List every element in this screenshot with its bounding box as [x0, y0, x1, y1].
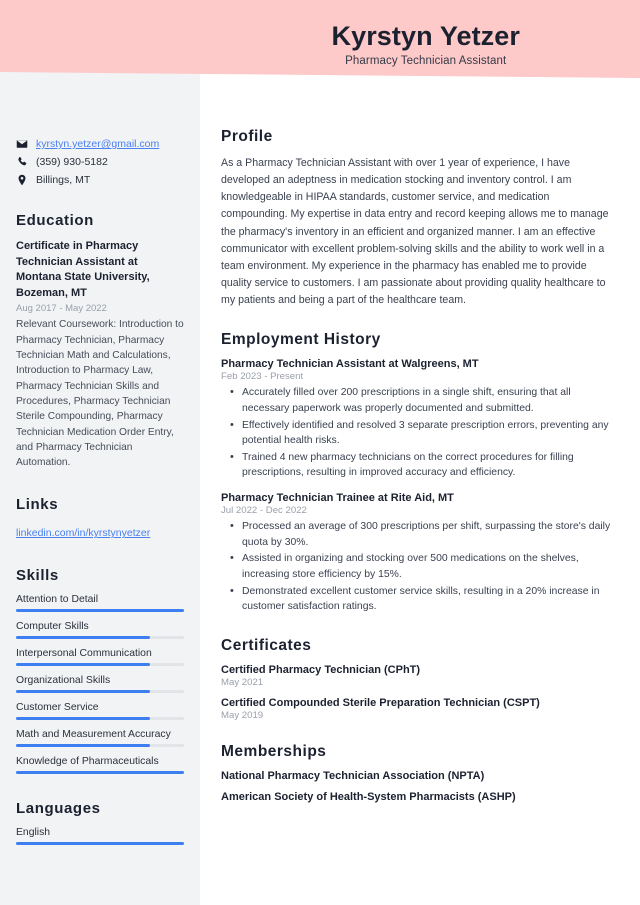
certificate-date: May 2021 [221, 676, 264, 688]
main-column: Profile As a Pharmacy Technician Assista… [200, 0, 640, 905]
skill-bar-fill [16, 690, 151, 694]
page-title: Kyrstyn Yetzer [331, 21, 520, 51]
contact-location-row: Billings, MT [16, 174, 184, 186]
skill-item: Knowledge of Pharmaceuticals [16, 756, 184, 775]
skill-label: Attention to Detail [16, 594, 99, 606]
membership-item: National Pharmacy Technician Association… [221, 769, 485, 782]
employment-heading: Employment History [221, 331, 381, 349]
job-bullet: Accurately filled over 200 prescriptions… [221, 384, 612, 416]
certificate-entry: Certified Compounded Sterile Preparation… [221, 697, 612, 721]
job-bullet: Effectively identified and resolved 3 se… [221, 417, 612, 449]
contact-location-text: Billings, MT [36, 174, 91, 186]
skill-bar [16, 690, 184, 694]
skills-section: Skills Attention to Detail Computer Skill… [16, 567, 184, 775]
languages-list: English [16, 827, 184, 846]
links-heading: Links [16, 496, 59, 514]
links-section: Links linkedin.com/in/kyrstynyetzer [16, 496, 184, 541]
skill-bar-fill [16, 609, 184, 613]
job-title: Pharmacy Technician Assistant at Walgree… [221, 358, 479, 371]
certificates-section: Certificates Certified Pharmacy Technici… [221, 637, 612, 721]
languages-heading: Languages [16, 800, 101, 818]
skill-bar-fill [16, 744, 151, 748]
skill-label: Customer Service [16, 702, 99, 714]
contact-block: kyrstyn.yetzer@gmail.com (359) 930-5182 … [16, 138, 184, 186]
profile-heading: Profile [221, 128, 273, 145]
language-item: English [16, 827, 184, 846]
profile-text: As a Pharmacy Technician Assistant with … [221, 157, 609, 307]
certificate-title: Certified Compounded Sterile Preparation… [221, 696, 540, 709]
job-bullet-list: Accurately filled over 200 prescriptions… [221, 384, 612, 481]
job-entry: Pharmacy Technician Trainee at Rite Aid,… [221, 492, 612, 615]
language-bar [16, 842, 184, 846]
resume-page: Kyrstyn Yetzer Pharmacy Technician Assis… [0, 0, 640, 905]
contact-phone-text: (359) 930-5182 [36, 156, 108, 168]
skill-item: Math and Measurement Accuracy [16, 729, 184, 748]
header-text-block: Kyrstyn Yetzer Pharmacy Technician Assis… [331, 21, 520, 67]
skill-bar [16, 771, 184, 775]
skill-item: Interpersonal Communication [16, 648, 184, 667]
phone-icon [16, 156, 28, 168]
skill-bar-fill [16, 717, 151, 721]
skill-bar-fill [16, 663, 151, 667]
skill-bar [16, 717, 184, 721]
skill-label: Knowledge of Pharmaceuticals [16, 756, 159, 768]
certificate-date: May 2019 [221, 709, 264, 721]
job-entry: Pharmacy Technician Assistant at Walgree… [221, 358, 612, 481]
skill-label: Computer Skills [16, 621, 89, 633]
skills-list: Attention to Detail Computer Skills Interp… [16, 594, 184, 775]
certificates-list: Certified Pharmacy Technician (CPhT) May … [221, 664, 612, 721]
education-description: Relevant Coursework: Introduction to Pha… [16, 319, 184, 469]
skill-item: Customer Service [16, 702, 184, 721]
map-pin-icon [16, 174, 28, 186]
job-bullet: Demonstrated excellent customer service … [221, 582, 612, 615]
certificates-heading: Certificates [221, 636, 312, 654]
contact-phone-row: (359) 930-5182 [16, 156, 184, 168]
skill-bar [16, 636, 184, 640]
skill-label: Interpersonal Communication [16, 648, 152, 660]
skills-heading: Skills [16, 567, 59, 585]
skill-bar [16, 663, 184, 667]
job-date: Feb 2023 - Present [221, 371, 304, 383]
job-title: Pharmacy Technician Trainee at Rite Aid,… [221, 492, 454, 505]
memberships-section: Memberships National Pharmacy Technician… [221, 743, 612, 803]
skill-label: Math and Measurement Accuracy [16, 729, 171, 741]
education-title: Certificate in Pharmacy Technician Assis… [16, 240, 150, 299]
skill-bar-fill [16, 771, 184, 775]
membership-item: American Society of Health-System Pharma… [221, 790, 516, 803]
job-bullet: Processed an average of 300 prescription… [221, 518, 612, 550]
skill-item: Attention to Detail [16, 594, 184, 613]
skill-label: Organizational Skills [16, 675, 111, 687]
skill-item: Computer Skills [16, 621, 184, 640]
contact-email-text[interactable]: kyrstyn.yetzer@gmail.com [36, 138, 159, 150]
employment-section: Employment History Pharmacy Technician A… [221, 331, 612, 614]
job-date: Jul 2022 - Dec 2022 [221, 505, 307, 517]
skill-item: Organizational Skills [16, 675, 184, 694]
header-subtitle: Pharmacy Technician Assistant [345, 54, 507, 67]
job-bullet: Assisted in organizing and stocking over… [221, 550, 612, 582]
education-date: Aug 2017 - May 2022 [16, 303, 107, 315]
education-heading: Education [16, 212, 94, 229]
profile-section: Profile As a Pharmacy Technician Assista… [221, 128, 612, 309]
link-linkedin[interactable]: linkedin.com/in/kyrstynyetzer [16, 527, 150, 539]
job-bullet: Trained 4 new pharmacy technicians on th… [221, 449, 612, 481]
language-label: English [16, 827, 51, 839]
languages-section: Languages English [16, 800, 184, 846]
certificate-entry: Certified Pharmacy Technician (CPhT) May … [221, 664, 612, 688]
contact-email-row[interactable]: kyrstyn.yetzer@gmail.com [16, 138, 184, 150]
jobs-list: Pharmacy Technician Assistant at Walgree… [221, 358, 612, 614]
memberships-list: National Pharmacy Technician Association… [221, 770, 612, 803]
language-bar-fill [16, 842, 184, 846]
education-entry: Certificate in Pharmacy Technician Assis… [16, 239, 184, 470]
envelope-icon [16, 138, 28, 150]
memberships-heading: Memberships [221, 742, 327, 760]
job-bullet-list: Processed an average of 300 prescription… [221, 518, 612, 615]
education-section: Education Certificate in Pharmacy Techni… [16, 212, 184, 470]
skill-bar [16, 744, 184, 748]
sidebar-content: kyrstyn.yetzer@gmail.com (359) 930-5182 … [0, 0, 200, 854]
skill-bar [16, 609, 184, 613]
skill-bar-fill [16, 636, 151, 640]
certificate-title: Certified Pharmacy Technician (CPhT) [221, 663, 421, 676]
